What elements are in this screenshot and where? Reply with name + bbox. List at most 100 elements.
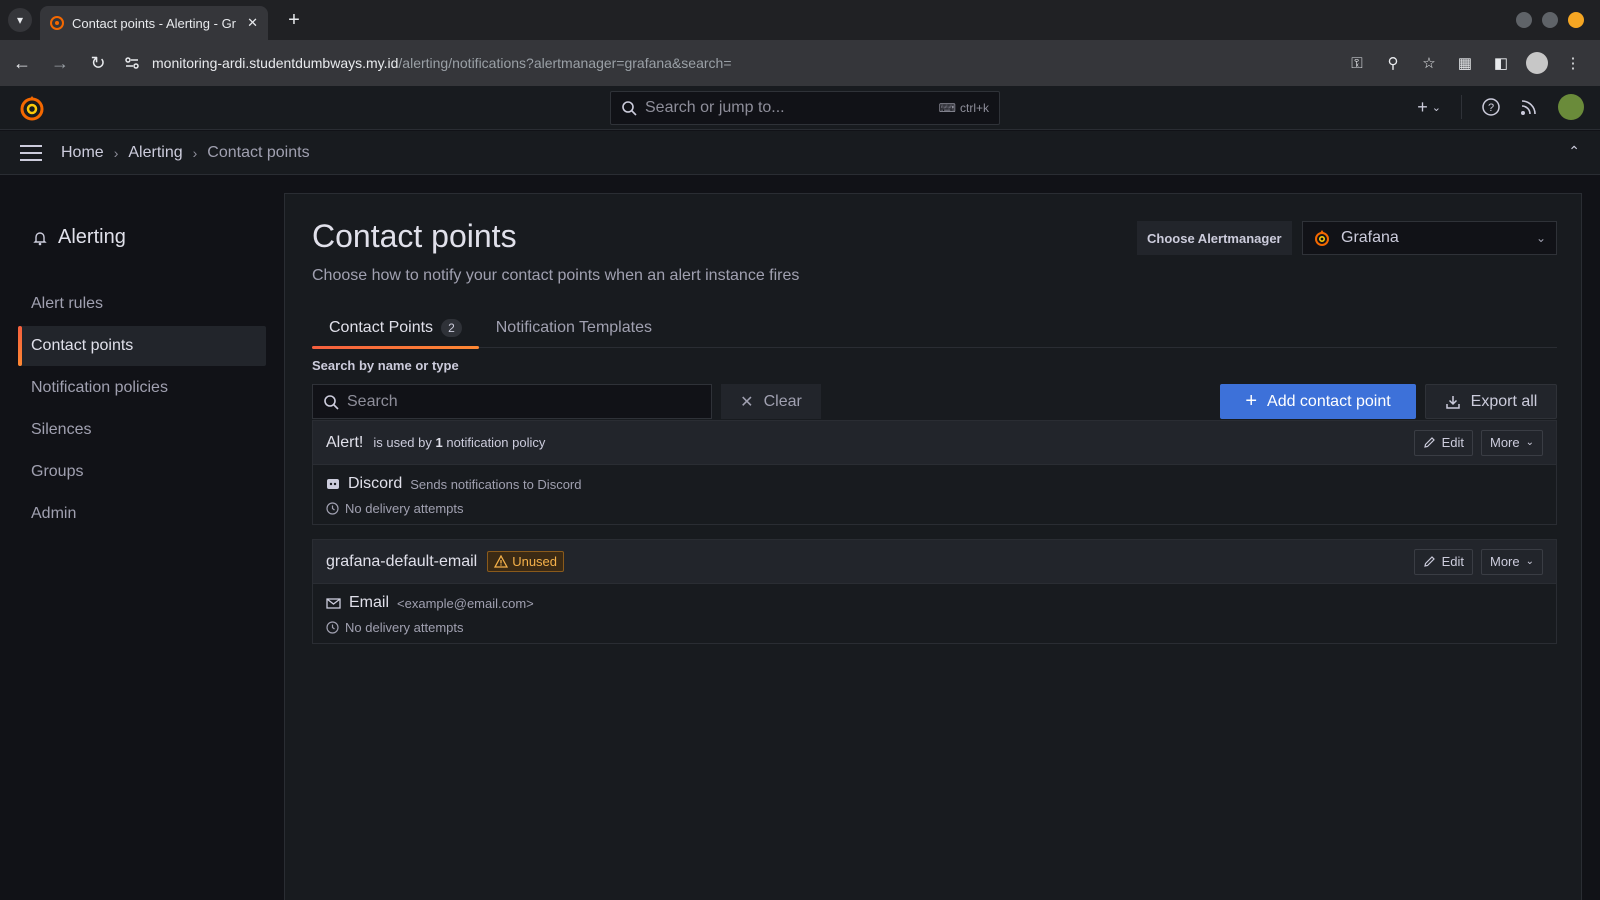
browser-menu-icon[interactable]: ⋮ — [1562, 52, 1584, 74]
new-tab-button[interactable]: + — [282, 8, 306, 32]
topbar-divider — [1461, 95, 1462, 119]
alertmanager-select[interactable]: Grafana ⌄ — [1302, 221, 1557, 255]
minimize-button[interactable] — [1516, 12, 1532, 28]
sidebar-item-silences[interactable]: Silences — [18, 410, 266, 450]
browser-profile-avatar[interactable] — [1526, 52, 1548, 74]
contact-point-header: grafana-default-email Unused Edit More ⌄ — [313, 540, 1556, 584]
zoom-icon[interactable]: ⚲ — [1382, 52, 1404, 74]
keyboard-icon: ⌨ — [938, 101, 956, 115]
search-icon — [324, 394, 339, 410]
key-icon[interactable]: ⚿ — [1346, 52, 1368, 74]
shortcut-text: ctrl+k — [959, 101, 989, 115]
sidebar-item-contact-points[interactable]: Contact points — [18, 326, 266, 366]
chevron-down-icon: ⌄ — [1525, 437, 1534, 448]
close-window-button[interactable] — [1568, 12, 1584, 28]
search-field[interactable] — [312, 384, 712, 419]
new-menu-button[interactable]: + ⌄ — [1417, 97, 1441, 118]
tab-list-button[interactable]: ▾ — [8, 8, 32, 32]
contact-point-body: Discord Sends notifications to Discord N… — [313, 465, 1556, 524]
grafana-logo-icon — [1315, 230, 1329, 246]
chevron-right-icon: › — [192, 144, 198, 161]
alertmanager-label: Choose Alertmanager — [1137, 221, 1292, 255]
sidebar-item-notification-policies[interactable]: Notification policies — [18, 368, 266, 408]
unused-badge-label: Unused — [512, 554, 558, 569]
site-settings-icon[interactable] — [124, 55, 140, 71]
reload-button[interactable]: ↻ — [82, 47, 114, 79]
breadcrumb-bar: Home › Alerting › Contact points ⌃ — [0, 131, 1600, 175]
contact-point-name: grafana-default-email — [326, 552, 478, 570]
clock-icon — [326, 502, 339, 515]
sidebar-item-groups[interactable]: Groups — [18, 452, 266, 492]
usage-suffix: notification policy — [446, 435, 546, 450]
clock-icon — [326, 621, 339, 634]
global-search-placeholder: Search or jump to... — [645, 99, 785, 116]
chevron-down-icon: ⌄ — [1525, 556, 1534, 567]
maximize-button[interactable] — [1542, 12, 1558, 28]
breadcrumb-alerting[interactable]: Alerting — [128, 144, 182, 162]
back-button[interactable]: ← — [6, 47, 38, 79]
edit-label: Edit — [1441, 554, 1464, 569]
menu-toggle-icon[interactable] — [20, 144, 42, 161]
browser-tab[interactable]: Contact points - Alerting - Gr ✕ — [40, 6, 268, 40]
breadcrumb-home[interactable]: Home — [61, 144, 104, 162]
section-sidebar: Alerting Alert rules Contact points Noti… — [0, 176, 284, 900]
user-avatar[interactable] — [1558, 94, 1584, 120]
contact-point-header: Alert! is used by 1 notification policy … — [313, 421, 1556, 465]
grafana-top-bar: Search or jump to... ⌨ ctrl+k + ⌄ ? — [0, 86, 1600, 130]
pencil-icon — [1423, 437, 1435, 448]
extensions-icon[interactable]: ▦ — [1454, 52, 1476, 74]
more-label: More — [1489, 554, 1520, 569]
more-button[interactable]: More ⌄ — [1480, 548, 1543, 575]
delivery-status: No delivery attempts — [345, 620, 464, 635]
sidebar-nav: Alert rules Contact points Notification … — [18, 284, 266, 536]
usage-count: 1 — [435, 435, 443, 450]
page-title: Contact points — [312, 218, 517, 254]
help-icon[interactable]: ? — [1482, 98, 1500, 116]
sidebar-item-admin[interactable]: Admin — [18, 494, 266, 534]
edit-label: Edit — [1441, 435, 1464, 450]
grafana-favicon-icon — [50, 16, 64, 30]
more-button[interactable]: More ⌄ — [1480, 429, 1543, 456]
global-search-input[interactable]: Search or jump to... ⌨ ctrl+k — [610, 91, 1000, 125]
sidebar-title-text: Alerting — [58, 226, 126, 248]
contact-point-card: Alert! is used by 1 notification policy … — [312, 420, 1557, 525]
discord-icon — [327, 479, 339, 489]
pencil-icon — [1423, 556, 1435, 567]
search-icon — [622, 101, 637, 116]
plus-icon: + — [1417, 96, 1428, 117]
close-icon: ✕ — [740, 393, 754, 411]
more-label: More — [1489, 435, 1520, 450]
tab-label: Contact Points — [329, 319, 434, 336]
news-feed-icon[interactable] — [1520, 98, 1538, 116]
bell-icon — [33, 231, 47, 245]
collapse-chevron-up-icon[interactable]: ⌃ — [1568, 143, 1580, 160]
breadcrumb: Home › Alerting › Contact points — [61, 144, 310, 162]
window-controls — [1516, 12, 1584, 28]
page-subtitle: Choose how to notify your contact points… — [312, 267, 800, 284]
url-field[interactable]: monitoring-ardi.studentdumbways.my.id/al… — [152, 55, 732, 71]
tab-contact-points[interactable]: Contact Points 2 — [312, 308, 479, 349]
grafana-logo-icon[interactable] — [18, 94, 46, 122]
delivery-status: No delivery attempts — [345, 501, 464, 516]
bookmark-star-icon[interactable]: ☆ — [1418, 52, 1440, 74]
warning-icon — [494, 555, 509, 568]
close-tab-icon[interactable]: ✕ — [247, 15, 258, 31]
export-all-button[interactable]: Export all — [1425, 384, 1557, 419]
tab-notification-templates[interactable]: Notification Templates — [479, 308, 669, 348]
plus-icon: + — [1245, 390, 1258, 412]
edit-button[interactable]: Edit — [1413, 548, 1473, 575]
chevron-right-icon: › — [113, 144, 119, 161]
download-icon — [1445, 395, 1460, 409]
clear-button[interactable]: ✕ Clear — [721, 384, 821, 419]
add-contact-point-button[interactable]: + Add contact point — [1220, 384, 1416, 419]
sidebar-item-alert-rules[interactable]: Alert rules — [18, 284, 266, 324]
edit-button[interactable]: Edit — [1413, 429, 1473, 456]
search-input[interactable] — [347, 392, 687, 411]
search-shortcut-hint: ⌨ ctrl+k — [939, 101, 989, 115]
browser-tab-title: Contact points - Alerting - Gr — [72, 15, 237, 31]
unused-badge: Unused — [487, 551, 565, 572]
forward-button[interactable]: → — [44, 47, 76, 79]
breadcrumb-contact-points: Contact points — [207, 143, 310, 161]
main-panel: Contact points Choose how to notify your… — [284, 193, 1582, 900]
side-panel-icon[interactable]: ◧ — [1490, 52, 1512, 74]
